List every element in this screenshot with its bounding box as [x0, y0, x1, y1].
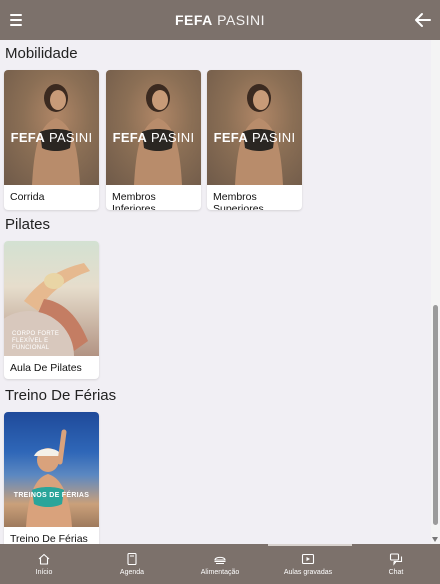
home-icon	[38, 553, 50, 565]
card-corrida[interactable]: FEFA PASINI Corrida	[4, 70, 99, 210]
top-bar: FEFA PASINI	[0, 0, 440, 40]
nav-label: Chat	[388, 569, 404, 576]
nav-label: Início	[35, 569, 53, 576]
video-icon	[301, 553, 315, 565]
card-watermark: FEFA PASINI	[207, 130, 302, 145]
card-thumbnail: FEFA PASINI	[4, 70, 99, 185]
card-label: Treino De Férias	[10, 533, 88, 544]
watermark-light: PASINI	[48, 130, 93, 145]
section-title-pilates: Pilates	[5, 216, 51, 233]
brand-logo: FEFA PASINI	[0, 12, 440, 28]
card-label: Membros Inferiores	[112, 191, 156, 210]
woman-photo-icon	[235, 84, 283, 185]
beach-photo-icon	[26, 429, 72, 527]
nav-label: Agenda	[119, 569, 145, 576]
active-tab-indicator	[268, 544, 352, 546]
card-thumbnail: CORPO FORTE FLEXÍVEL E FUNCIONAL	[4, 241, 99, 356]
card-aula-de-pilates[interactable]: CORPO FORTE FLEXÍVEL E FUNCIONAL Aula De…	[4, 241, 99, 379]
scrollbar[interactable]	[431, 40, 440, 544]
nav-alimentacao[interactable]: Alimentação	[176, 544, 264, 584]
card-label: Aula De Pilates	[10, 362, 82, 374]
brand-light: PASINI	[217, 12, 266, 28]
food-icon	[214, 556, 226, 565]
back-arrow-icon[interactable]	[414, 10, 432, 30]
nav-label: Alimentação	[200, 569, 240, 576]
nav-aulas-gravadas[interactable]: Aulas gravadas	[264, 544, 352, 584]
watermark-bold: FEFA	[112, 130, 148, 145]
section-title-mobilidade: Mobilidade	[5, 45, 78, 62]
card-treino-de-ferias[interactable]: TREINOS DE FÉRIAS Treino De Férias	[4, 412, 99, 544]
book-icon	[127, 552, 137, 566]
scroll-down-arrow-icon[interactable]	[432, 537, 438, 542]
card-label: Membros Superiores	[213, 191, 264, 210]
nav-inicio[interactable]: Início	[0, 544, 88, 584]
card-thumbnail: TREINOS DE FÉRIAS	[4, 412, 99, 527]
chat-icon	[389, 553, 403, 566]
card-thumbnail: FEFA PASINI	[207, 70, 302, 185]
card-watermark: FEFA PASINI	[106, 130, 201, 145]
bottom-nav: Início Agenda Alimentação Aulas gravadas…	[0, 544, 440, 584]
nav-label: Aulas gravadas	[283, 569, 333, 576]
card-membros-inferiores[interactable]: FEFA PASINI Membros Inferiores	[106, 70, 201, 210]
card-watermark: FEFA PASINI	[4, 130, 99, 145]
scrollbar-thumb[interactable]	[433, 305, 438, 525]
section-title-treino-de-ferias: Treino De Férias	[5, 387, 117, 404]
content-area: Mobilidade FEFA PASINI Corrida FEFA PASI…	[0, 40, 431, 544]
card-label: Corrida	[10, 191, 45, 203]
card-overlay-text: CORPO FORTE FLEXÍVEL E FUNCIONAL	[12, 331, 60, 351]
nav-agenda[interactable]: Agenda	[88, 544, 176, 584]
watermark-light: PASINI	[150, 130, 195, 145]
woman-photo-icon	[32, 84, 80, 185]
card-membros-superiores[interactable]: FEFA PASINI Membros Superiores	[207, 70, 302, 210]
watermark-bold: FEFA	[10, 130, 46, 145]
woman-photo-icon	[134, 84, 182, 185]
card-thumbnail: FEFA PASINI	[106, 70, 201, 185]
nav-chat[interactable]: Chat	[352, 544, 440, 584]
brand-bold: FEFA	[174, 12, 213, 28]
watermark-bold: FEFA	[213, 130, 249, 145]
card-overlay-text: TREINOS DE FÉRIAS	[13, 492, 90, 499]
watermark-light: PASINI	[251, 130, 296, 145]
